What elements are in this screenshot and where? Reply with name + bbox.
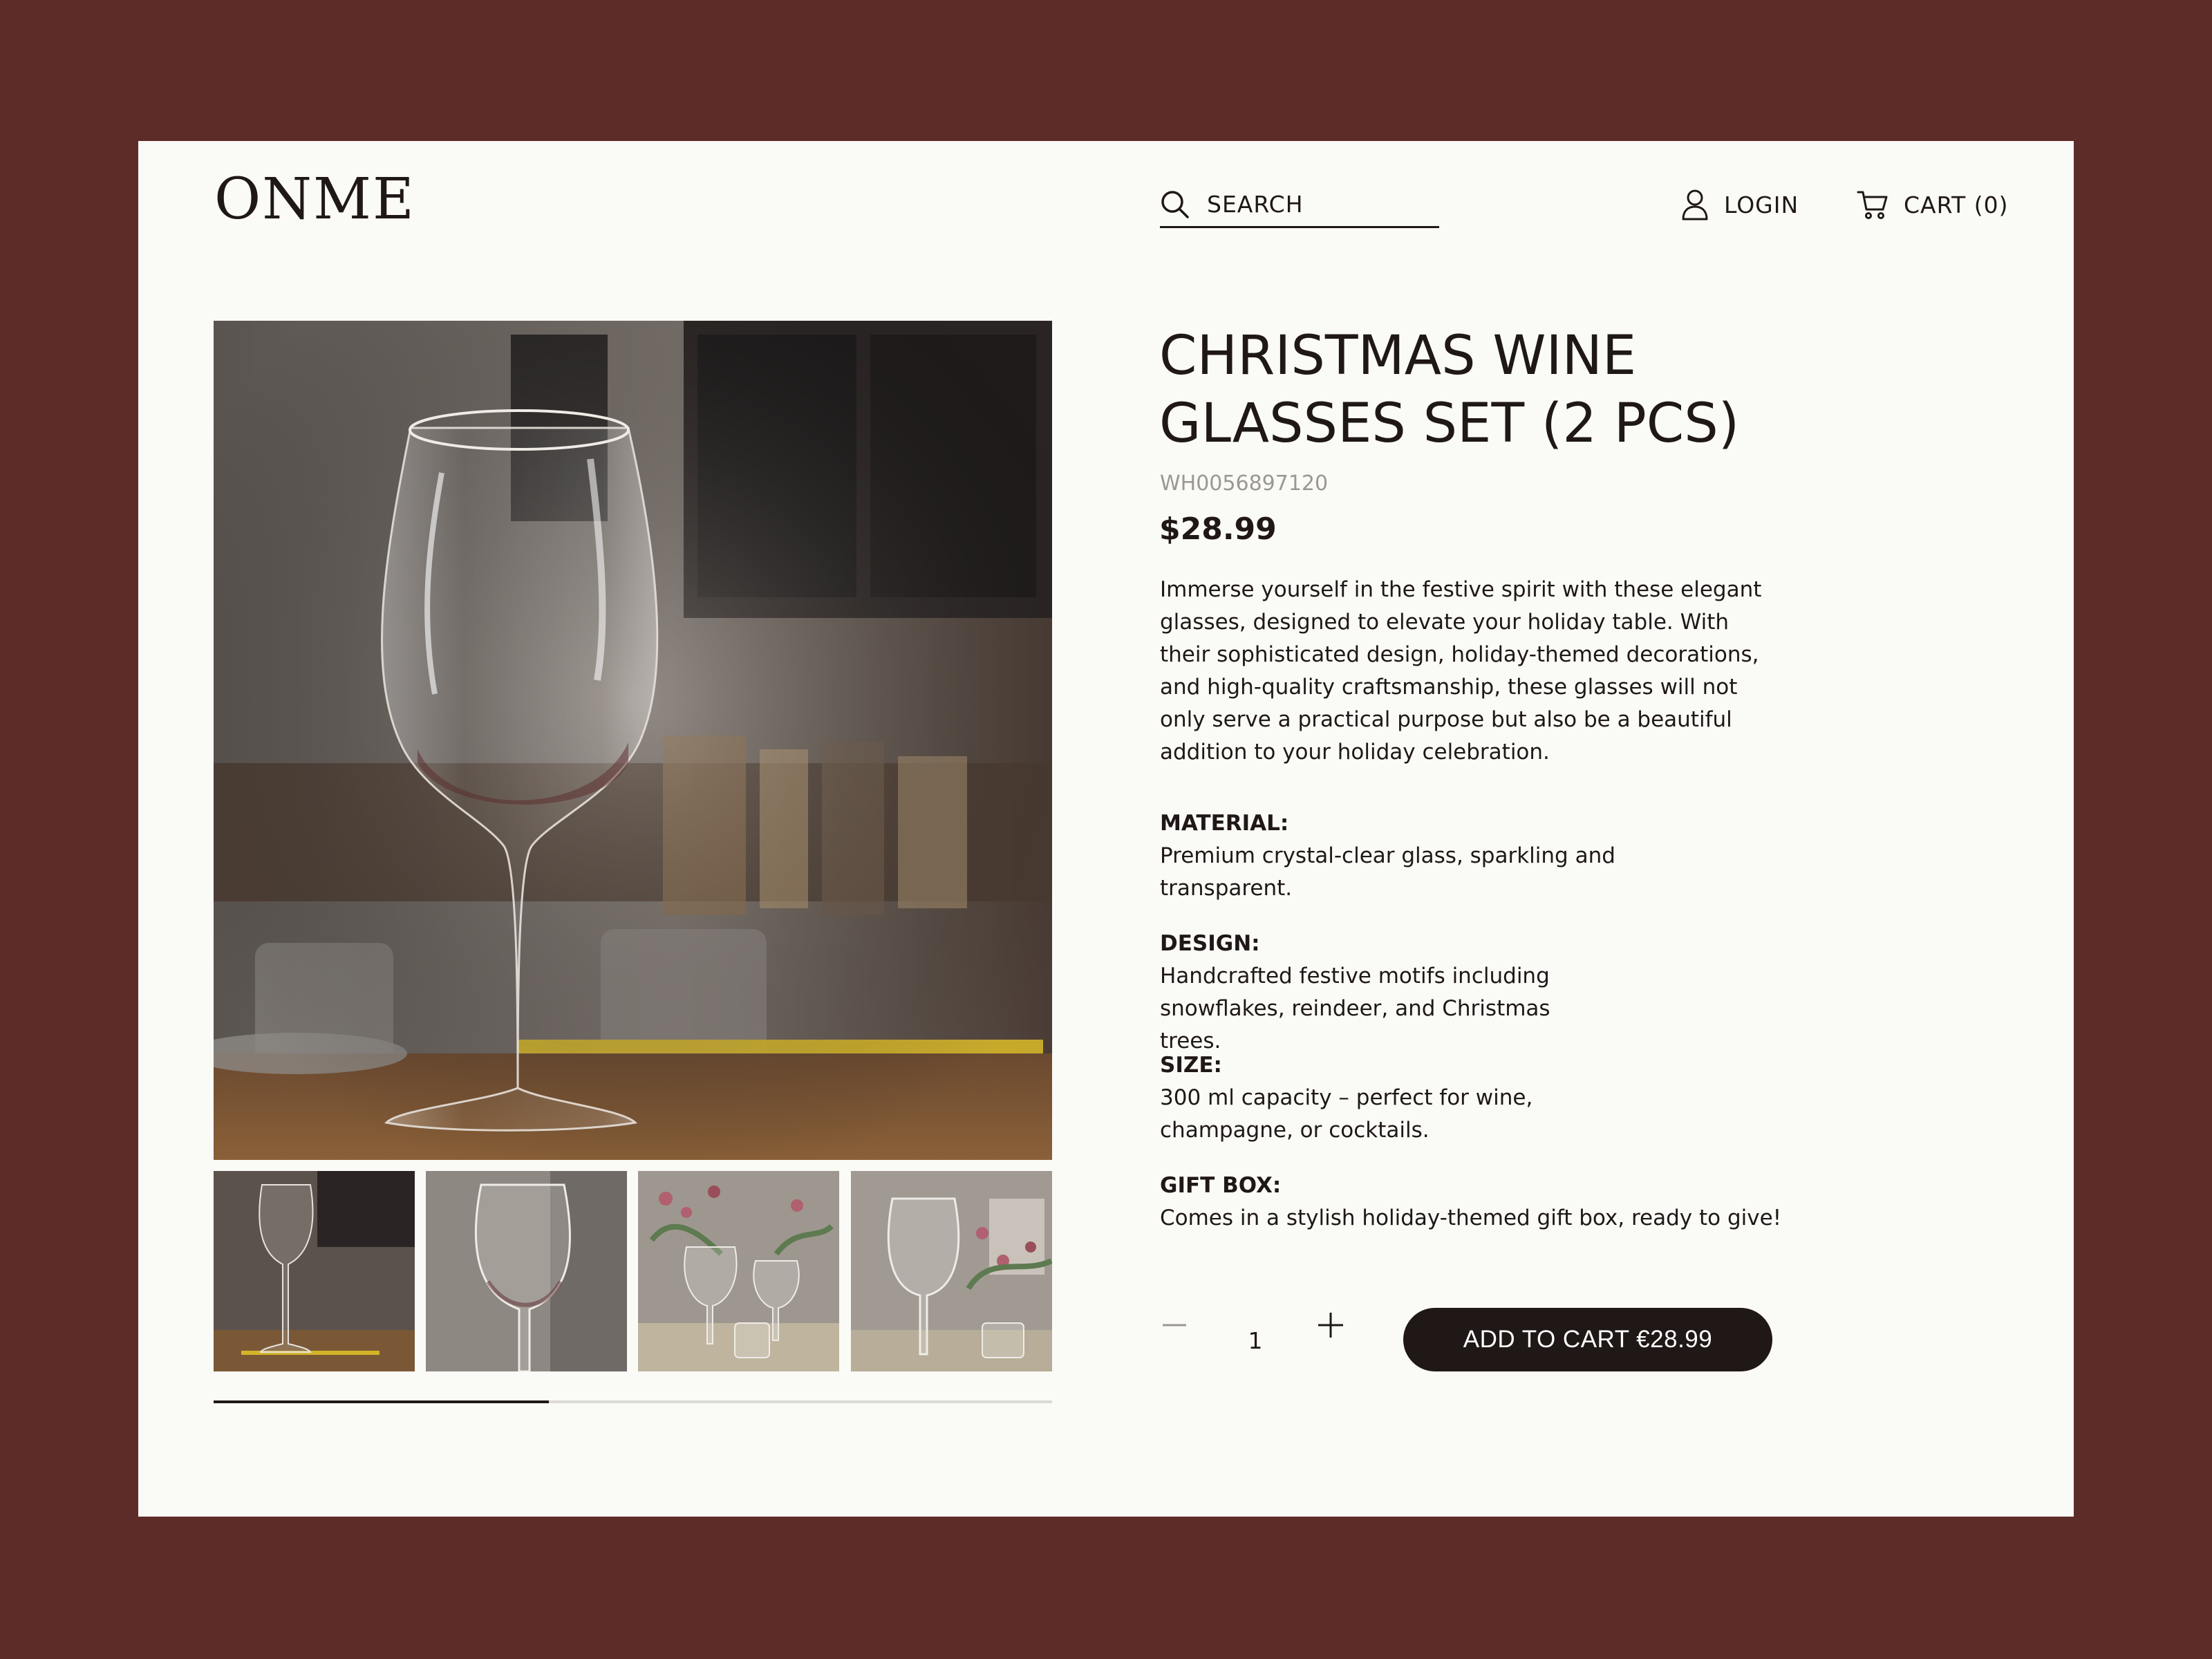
quantity-decrease-button[interactable] bbox=[1159, 1309, 1193, 1344]
thumbnail-image bbox=[214, 1171, 415, 1371]
spec-gift-box: GIFT BOX: Comes in a stylish holiday-the… bbox=[1160, 1170, 1782, 1235]
product-title: CHRISTMAS WINE GLASSES SET (2 PCS) bbox=[1159, 325, 1740, 455]
spec-label: SIZE: bbox=[1160, 1053, 1222, 1078]
spec-text: Comes in a stylish holiday-themed gift b… bbox=[1160, 1206, 1782, 1230]
spec-size: SIZE: 300 ml capacity – perfect for wine… bbox=[1160, 1049, 1782, 1147]
product-price: $28.99 bbox=[1159, 512, 1277, 547]
search-input[interactable] bbox=[1207, 191, 1414, 218]
wine-glass-photo bbox=[214, 321, 1052, 1160]
spec-text: 300 ml capacity – perfect for wine, cham… bbox=[1160, 1085, 1533, 1143]
spec-design: DESIGN: Handcrafted festive motifs inclu… bbox=[1160, 928, 1782, 1058]
spec-label: DESIGN: bbox=[1160, 931, 1260, 956]
product-page: ONME LOGIN CART (0) bbox=[138, 141, 2074, 1517]
search-icon[interactable] bbox=[1160, 189, 1190, 220]
thumbnail-4[interactable] bbox=[851, 1171, 1052, 1371]
add-to-cart-button[interactable]: ADD TO CART €28.99 bbox=[1403, 1308, 1772, 1371]
login-label: LOGIN bbox=[1724, 191, 1799, 218]
spec-material: MATERIAL: Premium crystal-clear glass, s… bbox=[1160, 807, 1782, 905]
gallery-scroll-track[interactable] bbox=[214, 1400, 1052, 1403]
spec-label: GIFT BOX: bbox=[1160, 1173, 1282, 1198]
thumbnail-strip bbox=[214, 1171, 1052, 1371]
product-sku: WH0056897120 bbox=[1160, 471, 1329, 496]
plus-icon bbox=[1315, 1309, 1349, 1341]
brand-logo[interactable]: ONME bbox=[214, 171, 415, 228]
spec-text: Handcrafted festive motifs including sno… bbox=[1160, 964, 1550, 1053]
gallery-scroll-thumb[interactable] bbox=[214, 1400, 550, 1403]
spec-text: Premium crystal-clear glass, sparkling a… bbox=[1160, 843, 1615, 901]
spec-label: MATERIAL: bbox=[1160, 811, 1289, 836]
login-link[interactable]: LOGIN bbox=[1681, 185, 1799, 224]
product-description: Immerse yourself in the festive spirit w… bbox=[1160, 577, 1762, 765]
thumbnail-3[interactable] bbox=[638, 1171, 839, 1371]
quantity-increase-button[interactable] bbox=[1315, 1309, 1349, 1344]
thumbnail-image bbox=[638, 1171, 839, 1371]
thumbnail-1[interactable] bbox=[214, 1171, 415, 1371]
thumbnail-2[interactable] bbox=[426, 1171, 627, 1371]
quantity-value[interactable]: 1 bbox=[1235, 1327, 1276, 1354]
thumbnail-image bbox=[851, 1171, 1052, 1371]
cart-link[interactable]: CART (0) bbox=[1857, 185, 2009, 224]
thumbnail-image bbox=[426, 1171, 627, 1371]
cart-label: CART (0) bbox=[1904, 191, 2009, 218]
main-product-image[interactable] bbox=[214, 321, 1052, 1160]
search-bar[interactable] bbox=[1160, 182, 1439, 228]
user-icon bbox=[1681, 189, 1709, 221]
cart-icon bbox=[1857, 189, 1888, 221]
minus-icon bbox=[1159, 1309, 1193, 1341]
